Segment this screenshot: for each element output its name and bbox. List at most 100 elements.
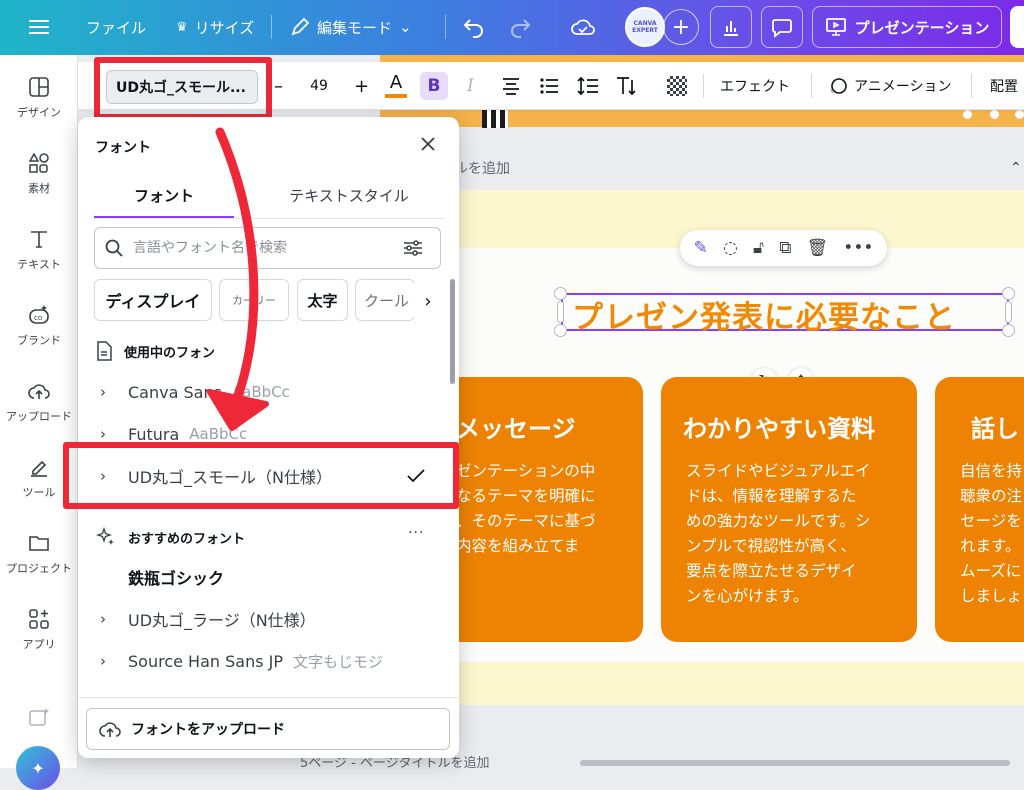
redo-button[interactable] [508, 8, 532, 46]
bold-button[interactable]: B [420, 72, 448, 100]
sidebar-item-uploads[interactable]: アップロード [0, 367, 78, 437]
pencil-icon [291, 17, 310, 36]
avatar-text: CANVA EXPERT [632, 20, 658, 34]
trash-icon[interactable]: 🗑︎ [807, 238, 829, 258]
save-status-button[interactable] [570, 8, 596, 46]
list-button[interactable] [539, 62, 559, 110]
font-size-input[interactable]: 49 [306, 62, 332, 110]
magic-write-icon[interactable]: ✎ [694, 238, 708, 258]
side-handle[interactable] [557, 301, 564, 323]
sidebar-item-label: ブランド [17, 334, 61, 347]
sidebar-item-design[interactable]: デザイン [0, 63, 78, 133]
chevron-right-icon[interactable]: › [414, 281, 442, 321]
magic-assistant-button[interactable]: ✦ [16, 746, 60, 790]
position-button[interactable]: 配置 [990, 62, 1018, 110]
effects-button[interactable]: エフェクト [720, 62, 790, 110]
file-menu[interactable]: ファイル [86, 8, 146, 46]
in-use-label: 使用中のフォン [124, 345, 216, 361]
undo-button[interactable] [462, 8, 486, 46]
divider [271, 15, 272, 39]
comment-add-icon[interactable]: ◌ [723, 238, 738, 258]
filter-icon[interactable] [403, 239, 423, 257]
divider [94, 218, 444, 219]
chip-curly[interactable]: カーリー [219, 279, 289, 321]
sparkle-icon [96, 527, 114, 545]
slide-bottom-strip [455, 675, 1024, 705]
more-icon[interactable]: ··· [408, 525, 424, 541]
resize-handle[interactable] [1002, 287, 1015, 300]
insights-button[interactable] [710, 6, 752, 48]
sidebar-item-brand[interactable]: co ブランド [0, 291, 78, 361]
menu-icon[interactable] [28, 8, 50, 46]
slide-card[interactable]: 話し 自信を持 聴衆の注 セージを れます。 ムーズに しましょ [935, 377, 1024, 642]
more-icon[interactable]: ••• [843, 238, 873, 258]
add-page-title[interactable]: ルを追加 [454, 158, 510, 178]
spacing-button[interactable] [577, 62, 599, 110]
sidebar-item-label: アップロード [6, 410, 72, 423]
card-title: メッセージ [456, 415, 576, 443]
color-swatch [385, 94, 407, 98]
sidebar-item-label: デザイン [17, 106, 61, 119]
sidebar-item-apps[interactable]: アプリ [0, 595, 78, 665]
chip-bold[interactable]: 太字 [297, 279, 348, 321]
duplicate-icon[interactable]: ⧉ [779, 238, 791, 258]
cloud-upload-icon [28, 384, 50, 399]
close-icon[interactable] [419, 135, 437, 157]
share-button[interactable] [1010, 6, 1024, 48]
italic-button[interactable]: I [467, 62, 474, 110]
layout-icon [29, 77, 49, 97]
cloud-upload-icon [99, 722, 121, 737]
chevron-right-icon: › [100, 425, 106, 443]
magic-media-icon[interactable] [28, 706, 50, 728]
chip-cool[interactable]: クール [355, 279, 415, 321]
transparency-button[interactable] [667, 62, 687, 110]
recommended-label: おすすめのフォント [128, 531, 246, 547]
left-sidebar: デザイン 素材 テキスト co ブランド アップロード ツール プロジェクト ア… [0, 55, 78, 768]
comment-button[interactable] [761, 6, 803, 48]
resize-handle[interactable] [554, 324, 567, 337]
sidebar-item-label: 素材 [28, 182, 50, 195]
vertical-text-button[interactable] [616, 62, 638, 110]
horizontal-scrollbar[interactable] [580, 760, 1010, 766]
animate-button[interactable]: アニメーション [828, 62, 951, 110]
add-collaborator-button[interactable]: + [663, 9, 699, 45]
in-use-section: 使用中のフォン [96, 341, 215, 361]
sidebar-item-projects[interactable]: プロジェクト [0, 519, 78, 589]
resize-handle[interactable] [554, 287, 567, 300]
search-input[interactable] [133, 240, 393, 256]
upload-label: フォントをアップロード [131, 722, 285, 738]
font-size-decrease[interactable]: – [274, 62, 283, 110]
chevron-up-icon[interactable]: ⌃ [1010, 160, 1022, 176]
sidebar-item-text[interactable]: テキスト [0, 215, 78, 285]
slide-card[interactable]: わかりやすい資料 スライドやビジュアルエイ ドは、情報を理解するた めの強力なツ… [661, 377, 917, 642]
font-item-tetsubin[interactable]: 鉄瓶ゴシック [78, 557, 459, 597]
text-color-button[interactable]: A [385, 62, 407, 110]
slide-title[interactable]: プレゼン発表に必要なこと [572, 292, 956, 337]
edit-mode-menu[interactable]: 編集モード ⌄ [290, 8, 412, 46]
divider [703, 74, 704, 98]
crown-icon: ♛ [176, 19, 188, 35]
sidebar-item-elements[interactable]: 素材 [0, 139, 78, 209]
side-handle[interactable] [1005, 301, 1012, 323]
resize-handle[interactable] [1002, 324, 1015, 337]
lock-icon[interactable]: 🔓︎ [753, 238, 764, 258]
tab-text-styles[interactable]: テキストスタイル [254, 185, 444, 206]
panel-scrollbar[interactable] [450, 279, 455, 384]
elements-icon [28, 152, 49, 173]
upload-font-button[interactable]: フォントをアップロード [86, 708, 450, 750]
avatar[interactable]: CANVA EXPERT [625, 7, 665, 47]
panel-header: フォント [95, 140, 151, 156]
chip-display[interactable]: ディスプレイ [94, 279, 212, 321]
present-button[interactable]: プレゼンテーション [812, 6, 1002, 48]
resize-menu[interactable]: ♛ リサイズ [176, 8, 254, 46]
document-icon [97, 341, 112, 361]
font-size-increase[interactable]: + [354, 62, 369, 110]
tab-fonts[interactable]: フォント [94, 185, 234, 206]
text-color-letter: A [389, 72, 403, 93]
align-center-icon [503, 78, 519, 95]
font-item-ud-maru-large[interactable]: › UD丸ゴ_ラージ（N仕様） [78, 599, 459, 639]
font-item-canva-sans[interactable]: › Canva Sans AaBbCc [78, 372, 459, 412]
sidebar-item-label: プロジェクト [6, 562, 72, 575]
font-item-source-han-sans[interactable]: › Source Han Sans JP 文字もじモジ [78, 641, 459, 681]
align-button[interactable] [501, 62, 521, 110]
